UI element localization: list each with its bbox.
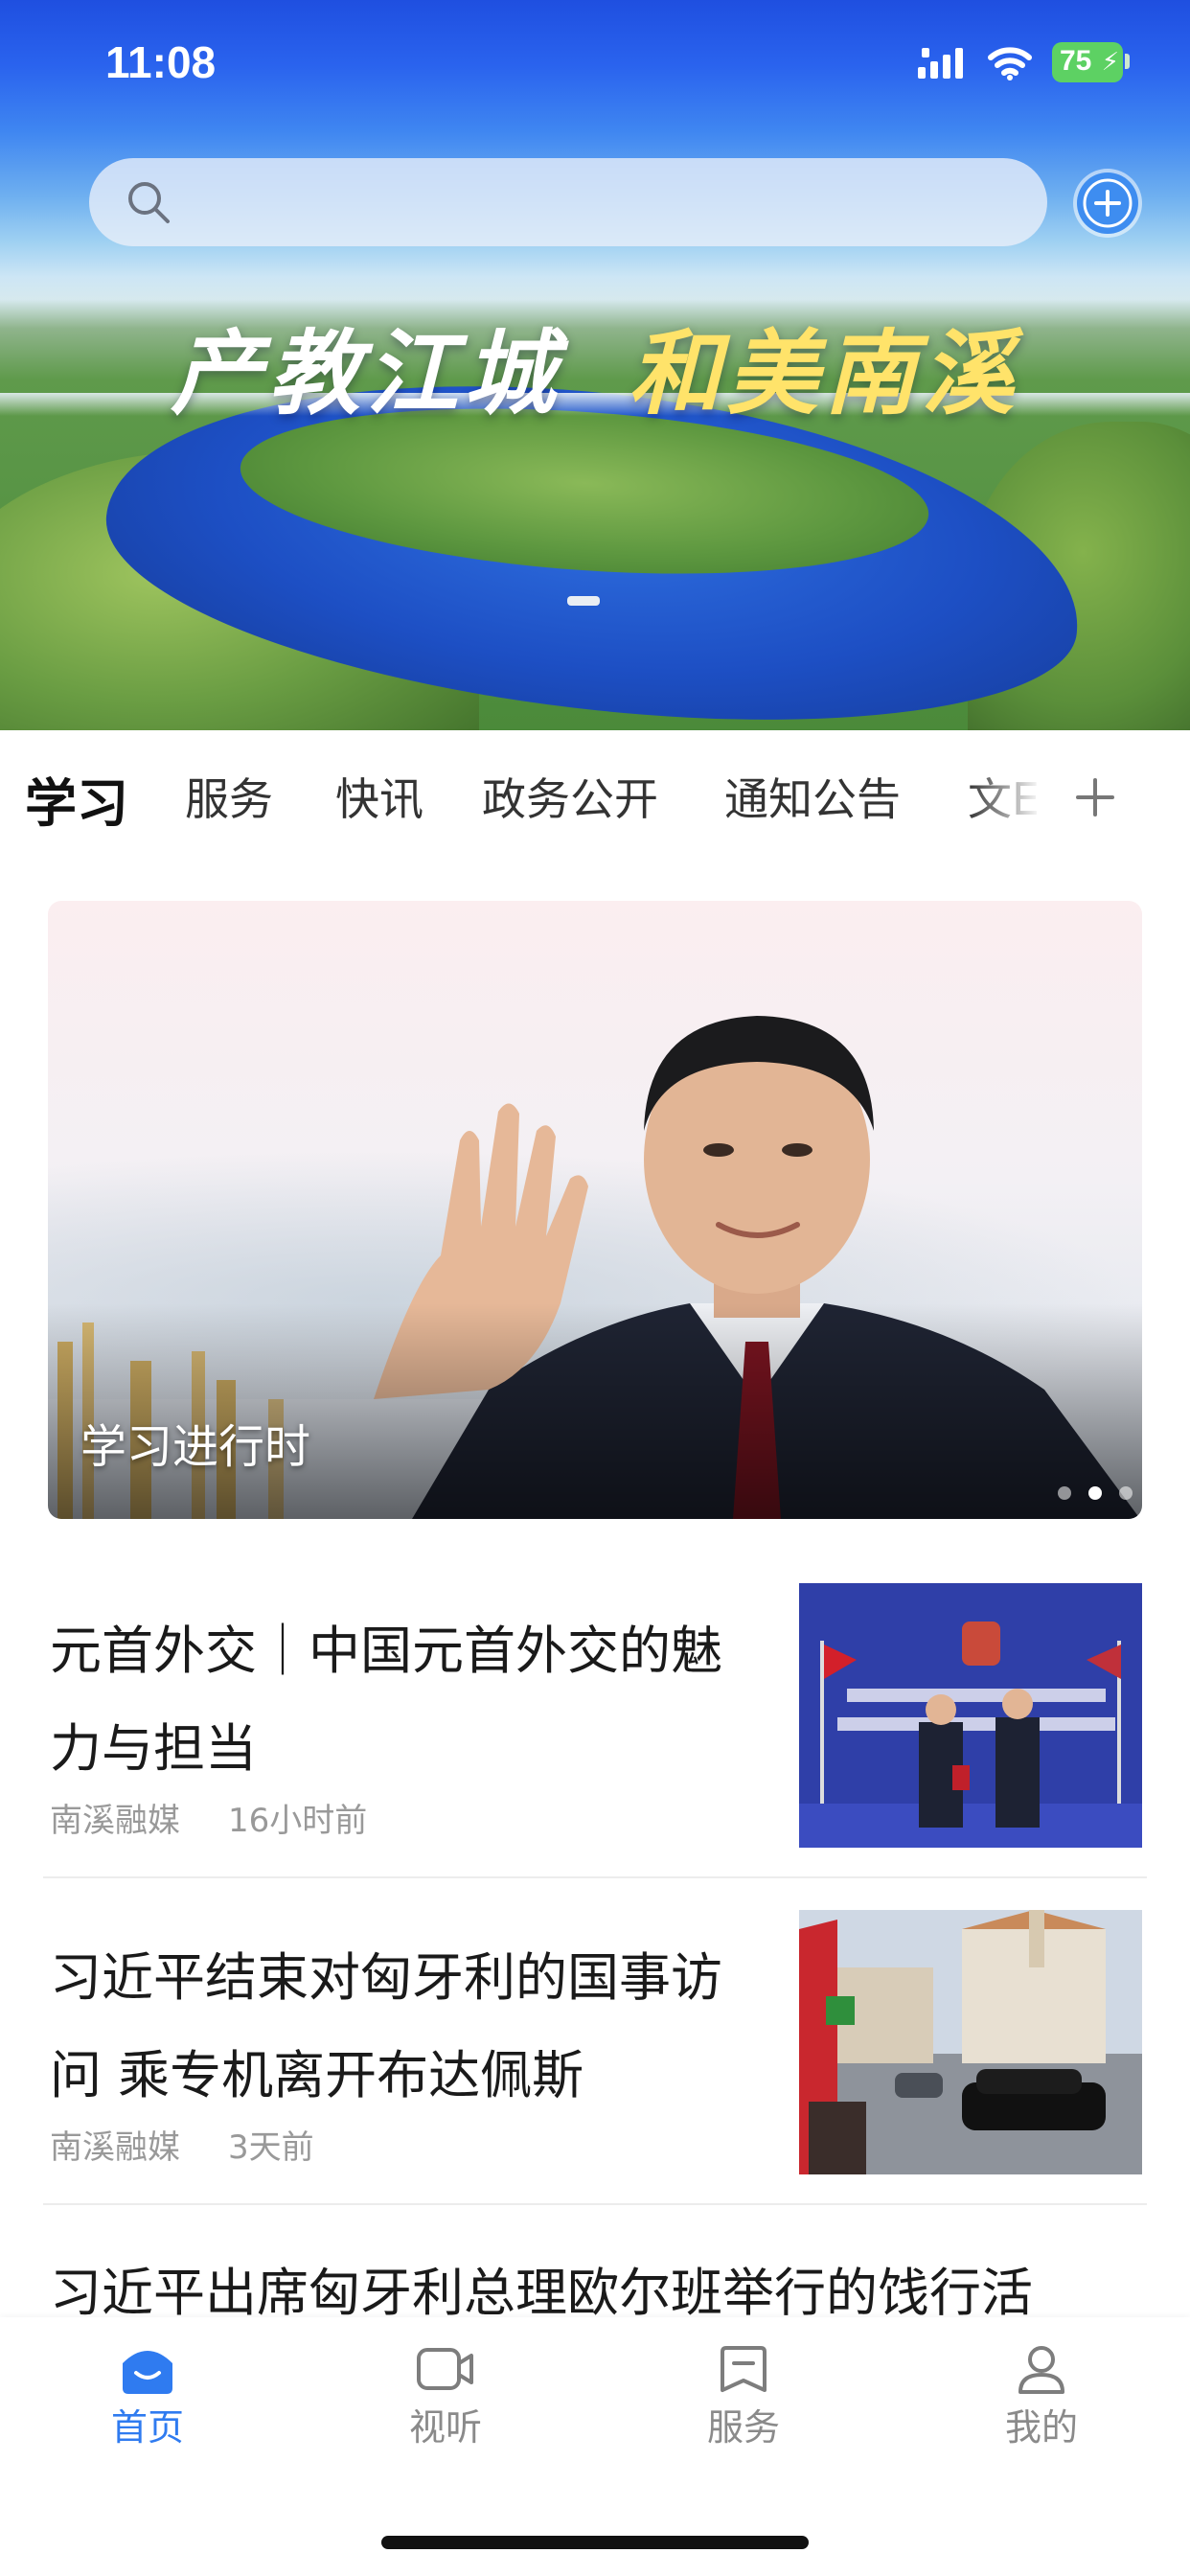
- news-thumbnail[interactable]: [799, 1583, 1142, 1848]
- carousel-dot[interactable]: [1119, 1486, 1133, 1500]
- add-button[interactable]: [1077, 172, 1138, 234]
- featured-carousel[interactable]: 学习进行时: [48, 901, 1142, 1519]
- tab-study[interactable]: 学习: [25, 761, 128, 837]
- profile-icon: [1018, 2346, 1064, 2394]
- add-tab-button[interactable]: [1052, 759, 1138, 836]
- tab-notices[interactable]: 通知公告: [724, 765, 901, 828]
- nav-home[interactable]: 首页: [80, 2342, 215, 2450]
- news-title[interactable]: 习近平结束对匈牙利的国事访问 乘专机离开布达佩斯: [50, 1929, 740, 2125]
- carousel-dot-active[interactable]: [1088, 1486, 1102, 1500]
- news-thumbnail[interactable]: [799, 1910, 1142, 2174]
- news-item[interactable]: 习近平结束对匈牙利的国事访问 乘专机离开布达佩斯 南溪融媒 3天前: [48, 1910, 1142, 2197]
- news-title[interactable]: 元首外交｜中国元首外交的魅力与担当: [50, 1602, 740, 1798]
- divider: [43, 1876, 1147, 1878]
- banner-boat: [567, 596, 600, 606]
- nav-label: 首页: [110, 2406, 184, 2449]
- nav-profile[interactable]: 我的: [974, 2342, 1109, 2450]
- battery-level: 75: [1060, 45, 1092, 77]
- banner-slogan-part1: 产教江城: [171, 319, 561, 427]
- tab-service[interactable]: 服务: [185, 765, 273, 828]
- news-time: 16小时前: [228, 1802, 368, 1840]
- banner-slogan: 产教江城 和美南溪: [0, 299, 1190, 432]
- home-icon: [123, 2351, 172, 2394]
- battery-cap: [1125, 54, 1130, 69]
- search-bar[interactable]: [89, 158, 1047, 246]
- nav-video[interactable]: 视听: [378, 2342, 513, 2450]
- bookmark-icon: [721, 2346, 767, 2392]
- battery-indicator: 75 ⚡: [1052, 42, 1123, 82]
- header-banner[interactable]: 产教江城 和美南溪: [0, 0, 1190, 730]
- nav-label: 我的: [1004, 2406, 1078, 2449]
- banner-slogan-part2: 和美南溪: [629, 319, 1019, 427]
- plus-icon: [1083, 178, 1133, 228]
- charging-bolt-icon: ⚡: [1101, 48, 1119, 77]
- news-source: 南溪融媒: [50, 1802, 180, 1840]
- carousel-indicator: [1041, 1485, 1133, 1504]
- news-source: 南溪融媒: [50, 2128, 180, 2167]
- nav-label: 视听: [408, 2406, 482, 2449]
- wifi-icon: [988, 47, 1032, 80]
- news-meta: 南溪融媒 16小时前: [50, 1794, 367, 1841]
- tab-news-flash[interactable]: 快讯: [335, 765, 423, 828]
- news-title[interactable]: 习近平出席匈牙利总理欧尔班举行的饯行活: [50, 2250, 1142, 2326]
- search-icon: [128, 182, 170, 223]
- news-meta: 南溪融媒 3天前: [50, 2121, 314, 2168]
- nav-service[interactable]: 服务: [676, 2342, 811, 2450]
- home-indicator[interactable]: [381, 2536, 809, 2549]
- news-time: 3天前: [228, 2128, 314, 2167]
- tab-government-affairs[interactable]: 政务公开: [482, 765, 658, 828]
- plus-icon: [1076, 778, 1114, 816]
- status-time: 11:08: [105, 37, 217, 87]
- cellular-signal-icon: [918, 48, 963, 79]
- nav-label: 服务: [706, 2406, 780, 2449]
- news-item[interactable]: 元首外交｜中国元首外交的魅力与担当 南溪融媒 16小时前: [48, 1583, 1142, 1871]
- divider: [43, 2203, 1147, 2205]
- category-tabs: 学习 服务 快讯 政务公开 通知公告 文E: [0, 730, 1190, 864]
- carousel-caption: 学习进行时: [80, 1420, 311, 1474]
- tab-fade: [968, 749, 1054, 845]
- search-input[interactable]: [195, 175, 1022, 231]
- carousel-dot[interactable]: [1058, 1486, 1071, 1500]
- video-icon: [417, 2348, 473, 2390]
